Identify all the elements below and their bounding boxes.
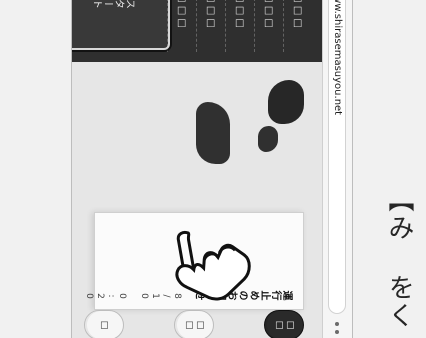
caption-text: 【み をく [384, 186, 414, 330]
page-content: ■ □ □ □ □ ■ □ □ □ □ ■ □ □ □ □ ■ □ □ □ □ … [71, 0, 322, 338]
sidebar-row[interactable]: ■ □ □ □ □ [196, 0, 225, 52]
menu-dot [335, 330, 340, 334]
sidebar-row[interactable]: ■ □ □ □ □ [254, 0, 283, 52]
notification-title: 運行止めのお知らせ [194, 288, 293, 299]
address-bar[interactable]: www.shirasemasuyou.net [328, 0, 347, 314]
decorative-blob [258, 126, 278, 152]
dark-sidebar: ■ □ □ □ □ ■ □ □ □ □ ■ □ □ □ □ ■ □ □ □ □ … [71, 0, 322, 62]
sidebar-row-label: ■ □ □ □ □ [264, 0, 275, 28]
sidebar-row-label: ■ □ □ □ □ [206, 0, 217, 28]
start-button-label: スタート [92, 0, 136, 8]
notification-card[interactable]: 運行止めのお知らせ 8/10 0:20 [83, 212, 304, 310]
action-button[interactable]: □ [84, 310, 124, 338]
action-button[interactable]: □□ [174, 310, 214, 338]
sidebar-row[interactable]: ■ □ □ □ □ [283, 0, 312, 52]
browser-toolbar: ⟳ www.shirasemasuyou.net [322, 0, 352, 338]
rotated-phone-screen: ⟳ www.shirasemasuyou.net ■ □ □ □ □ ■ □ □… [71, 0, 353, 338]
right-action-column: □□ □□ □ [84, 308, 304, 338]
sidebar-row-label: ■ □ □ □ □ [235, 0, 246, 28]
browser-menu-dots[interactable] [335, 322, 340, 338]
sidebar-row[interactable]: ■ □ □ □ □ [225, 0, 254, 52]
sidebar-row[interactable]: ■ □ □ □ □ [167, 0, 196, 52]
main-area: 運行止めのお知らせ 8/10 0:20 □□ □□ □ [72, 62, 322, 338]
sidebar-row-label: ■ □ □ □ □ [293, 0, 304, 28]
highlighted-start-button[interactable]: スタート [71, 0, 170, 50]
sidebar-row-label: ■ □ □ □ □ [177, 0, 188, 28]
screenshot-page: ⟳ www.shirasemasuyou.net ■ □ □ □ □ ■ □ □… [0, 0, 426, 338]
decorative-blob [268, 80, 304, 124]
notification-date: 8/10 0:20 [83, 291, 182, 301]
action-button[interactable]: □□ [264, 310, 304, 338]
decorative-blob [196, 102, 230, 164]
menu-dot [335, 322, 340, 326]
